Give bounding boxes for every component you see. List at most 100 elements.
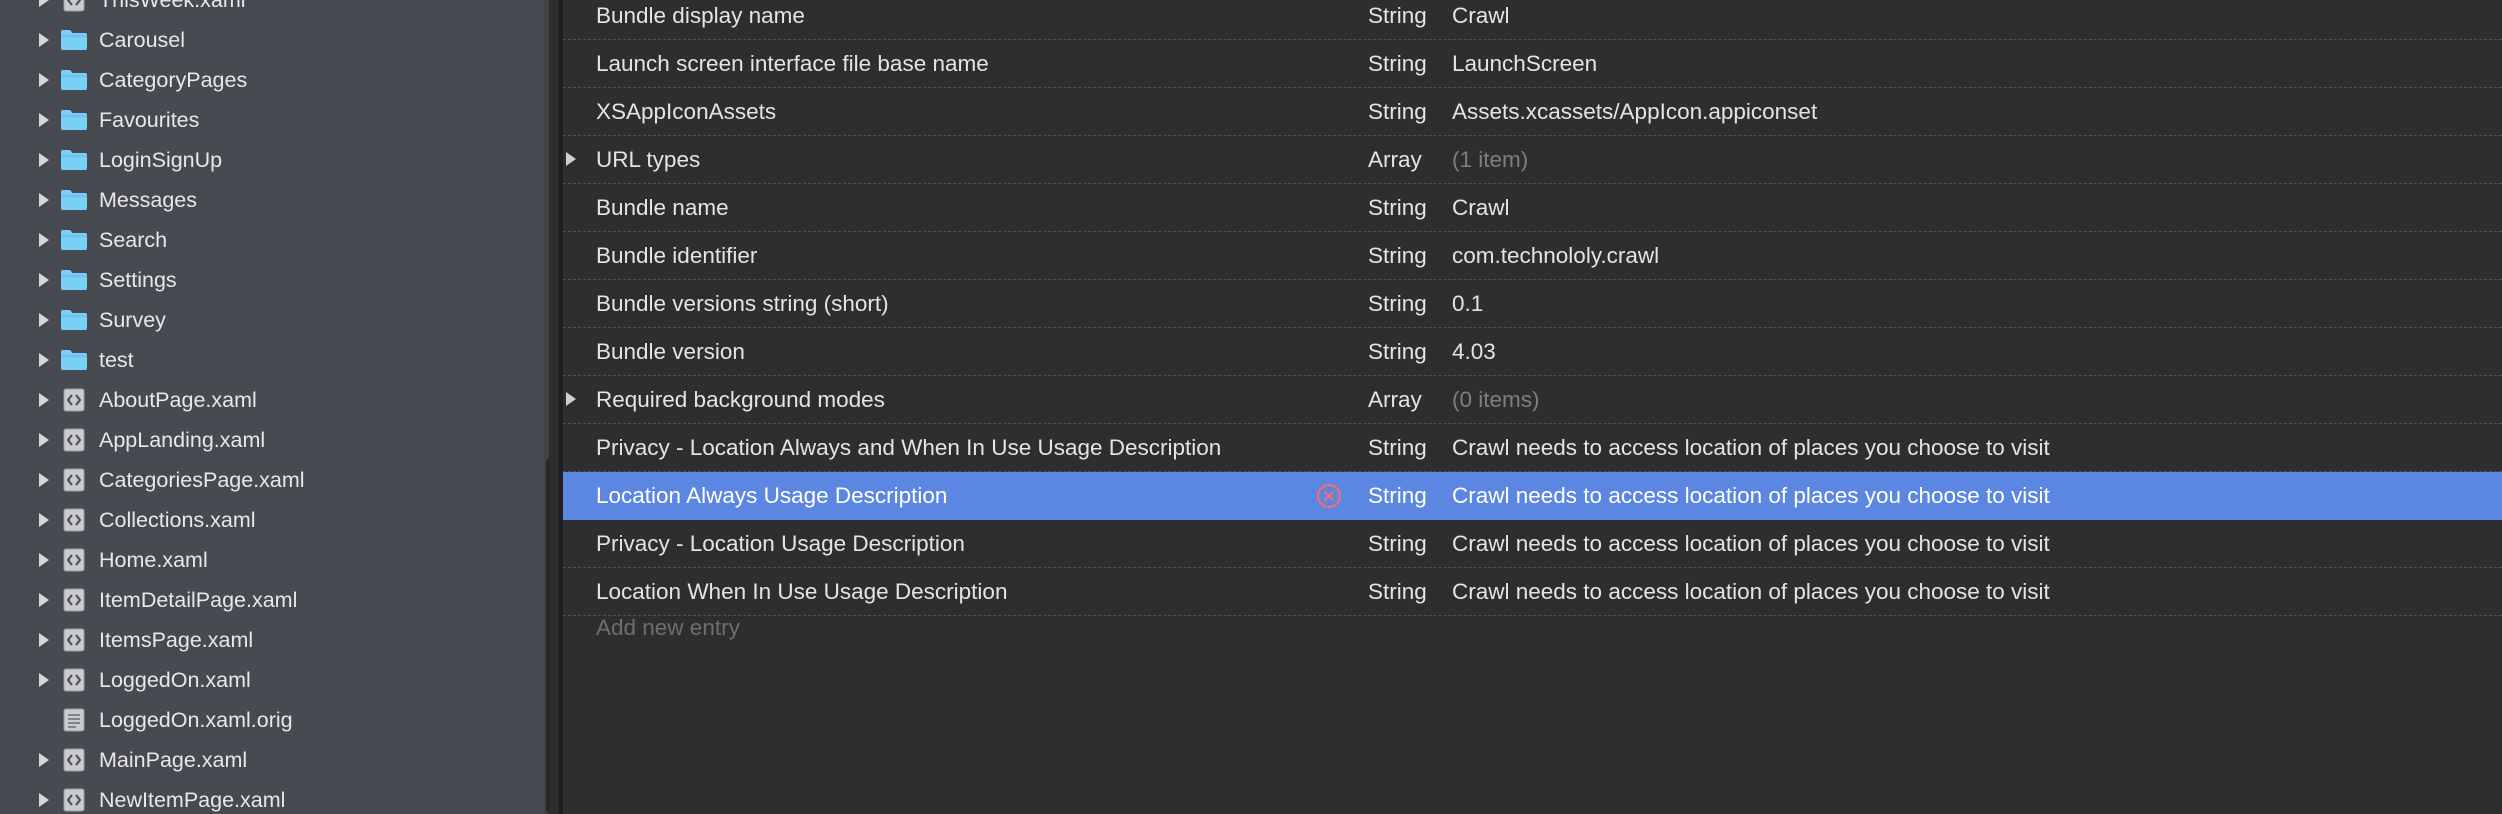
plist-value[interactable]: Crawl: [1452, 0, 1510, 39]
plist-key[interactable]: Bundle display name: [596, 0, 805, 39]
plist-value[interactable]: (1 item): [1452, 136, 1528, 183]
disclosure-triangle-icon[interactable]: [36, 72, 52, 88]
plist-key[interactable]: Privacy - Location Always and When In Us…: [596, 424, 1221, 471]
plist-row[interactable]: Required background modes Array (0 items): [563, 376, 2502, 424]
tree-item[interactable]: Favourites: [0, 100, 549, 140]
tree-item[interactable]: Collections.xaml: [0, 500, 549, 540]
plist-row[interactable]: Bundle versions string (short) String 0.1: [563, 280, 2502, 328]
disclosure-triangle-icon[interactable]: [36, 32, 52, 48]
remove-entry-icon[interactable]: [1315, 482, 1343, 510]
plist-type[interactable]: String: [1368, 328, 1427, 375]
plist-key[interactable]: Location Always Usage Description: [596, 472, 947, 519]
tree-item[interactable]: ItemDetailPage.xaml: [0, 580, 549, 620]
tree-item[interactable]: Survey: [0, 300, 549, 340]
tree-item[interactable]: test: [0, 340, 549, 380]
plist-type[interactable]: Array: [1368, 376, 1422, 423]
plist-key[interactable]: Bundle identifier: [596, 232, 757, 279]
disclosure-triangle-icon[interactable]: [36, 472, 52, 488]
plist-row[interactable]: Bundle identifier String com.technololy.cr…: [563, 232, 2502, 280]
plist-type[interactable]: String: [1368, 520, 1427, 567]
disclosure-triangle-icon[interactable]: [36, 432, 52, 448]
tree-item[interactable]: NewItemPage.xaml: [0, 780, 549, 814]
plist-type[interactable]: Array: [1368, 136, 1422, 183]
plist-key[interactable]: Bundle versions string (short): [596, 280, 889, 327]
tree-item[interactable]: ItemsPage.xaml: [0, 620, 549, 660]
disclosure-triangle-icon[interactable]: [36, 752, 52, 768]
plist-key[interactable]: Required background modes: [596, 376, 885, 423]
tree-item[interactable]: Home.xaml: [0, 540, 549, 580]
disclosure-triangle-icon[interactable]: [36, 192, 52, 208]
tree-item[interactable]: Search: [0, 220, 549, 260]
disclosure-triangle-icon[interactable]: [36, 0, 52, 8]
plist-key[interactable]: URL types: [596, 136, 700, 183]
plist-value[interactable]: Crawl needs to access location of places…: [1452, 472, 2050, 519]
disclosure-triangle-icon[interactable]: [36, 792, 52, 808]
plist-row[interactable]: Launch screen interface file base name St…: [563, 40, 2502, 88]
disclosure-triangle-icon[interactable]: [565, 391, 579, 409]
plist-type[interactable]: String: [1368, 184, 1427, 231]
plist-type[interactable]: String: [1368, 40, 1427, 87]
disclosure-triangle-icon[interactable]: [36, 552, 52, 568]
plist-value[interactable]: Crawl: [1452, 184, 1510, 231]
disclosure-triangle-icon[interactable]: [36, 672, 52, 688]
plist-type[interactable]: String: [1368, 472, 1427, 519]
plist-row[interactable]: Bundle display name String Crawl: [563, 0, 2502, 40]
tree-item[interactable]: LoggedOn.xaml.orig: [0, 700, 549, 740]
plist-row[interactable]: Location Always Usage Description String C…: [563, 472, 2502, 520]
plist-type[interactable]: String: [1368, 232, 1427, 279]
tree-item[interactable]: Carousel: [0, 20, 549, 60]
disclosure-triangle-icon[interactable]: [36, 232, 52, 248]
tree-item[interactable]: AboutPage.xaml: [0, 380, 549, 420]
xaml-file-icon: [60, 628, 88, 652]
plist-row[interactable]: Privacy - Location Always and When In Us…: [563, 424, 2502, 472]
plist-row[interactable]: Location When In Use Usage Description St…: [563, 568, 2502, 616]
plist-key[interactable]: XSAppIconAssets: [596, 88, 776, 135]
tree-item-label: test: [99, 348, 134, 372]
plist-row[interactable]: Bundle version String 4.03: [563, 328, 2502, 376]
plist-row[interactable]: XSAppIconAssets String Assets.xcassets/App…: [563, 88, 2502, 136]
disclosure-triangle-icon[interactable]: [36, 392, 52, 408]
tree-item[interactable]: ThisWeek.xaml: [0, 0, 549, 20]
tree-item[interactable]: LoggedOn.xaml: [0, 660, 549, 700]
plist-row[interactable]: Privacy - Location Usage Description Stri…: [563, 520, 2502, 568]
plist-value[interactable]: Crawl needs to access location of places…: [1452, 568, 2050, 615]
disclosure-triangle-icon[interactable]: [36, 352, 52, 368]
tree-item[interactable]: Messages: [0, 180, 549, 220]
plist-row[interactable]: Bundle name String Crawl: [563, 184, 2502, 232]
plist-type[interactable]: String: [1368, 88, 1427, 135]
sidebar-scrollbar-thumb[interactable]: [546, 458, 549, 814]
disclosure-triangle-icon[interactable]: [36, 512, 52, 528]
tree-item[interactable]: LoginSignUp: [0, 140, 549, 180]
plist-key[interactable]: Bundle version: [596, 328, 745, 375]
plist-row[interactable]: URL types Array (1 item): [563, 136, 2502, 184]
tree-item-label: LoggedOn.xaml: [99, 668, 251, 692]
plist-value[interactable]: com.technololy.crawl: [1452, 232, 1659, 279]
tree-item[interactable]: CategoryPages: [0, 60, 549, 100]
plist-type[interactable]: String: [1368, 0, 1427, 39]
disclosure-triangle-icon[interactable]: [36, 592, 52, 608]
plist-value[interactable]: Crawl needs to access location of places…: [1452, 424, 2050, 471]
disclosure-triangle-icon[interactable]: [36, 312, 52, 328]
tree-item[interactable]: AppLanding.xaml: [0, 420, 549, 460]
tree-item[interactable]: Settings: [0, 260, 549, 300]
plist-value[interactable]: LaunchScreen: [1452, 40, 1597, 87]
plist-value[interactable]: 4.03: [1452, 328, 1496, 375]
plist-type[interactable]: String: [1368, 280, 1427, 327]
plist-value[interactable]: (0 items): [1452, 376, 1540, 423]
plist-type[interactable]: String: [1368, 568, 1427, 615]
plist-type[interactable]: String: [1368, 424, 1427, 471]
plist-value[interactable]: Crawl needs to access location of places…: [1452, 520, 2050, 567]
plist-key[interactable]: Privacy - Location Usage Description: [596, 520, 965, 567]
plist-value[interactable]: Assets.xcassets/AppIcon.appiconset: [1452, 88, 1817, 135]
disclosure-triangle-icon[interactable]: [36, 152, 52, 168]
disclosure-triangle-icon[interactable]: [36, 112, 52, 128]
disclosure-triangle-icon[interactable]: [36, 272, 52, 288]
plist-key[interactable]: Bundle name: [596, 184, 729, 231]
tree-item[interactable]: CategoriesPage.xaml: [0, 460, 549, 500]
add-new-entry[interactable]: Add new entry: [596, 604, 740, 651]
disclosure-triangle-icon[interactable]: [36, 632, 52, 648]
plist-value[interactable]: 0.1: [1452, 280, 1483, 327]
disclosure-triangle-icon[interactable]: [565, 151, 579, 169]
tree-item[interactable]: MainPage.xaml: [0, 740, 549, 780]
plist-key[interactable]: Launch screen interface file base name: [596, 40, 989, 87]
